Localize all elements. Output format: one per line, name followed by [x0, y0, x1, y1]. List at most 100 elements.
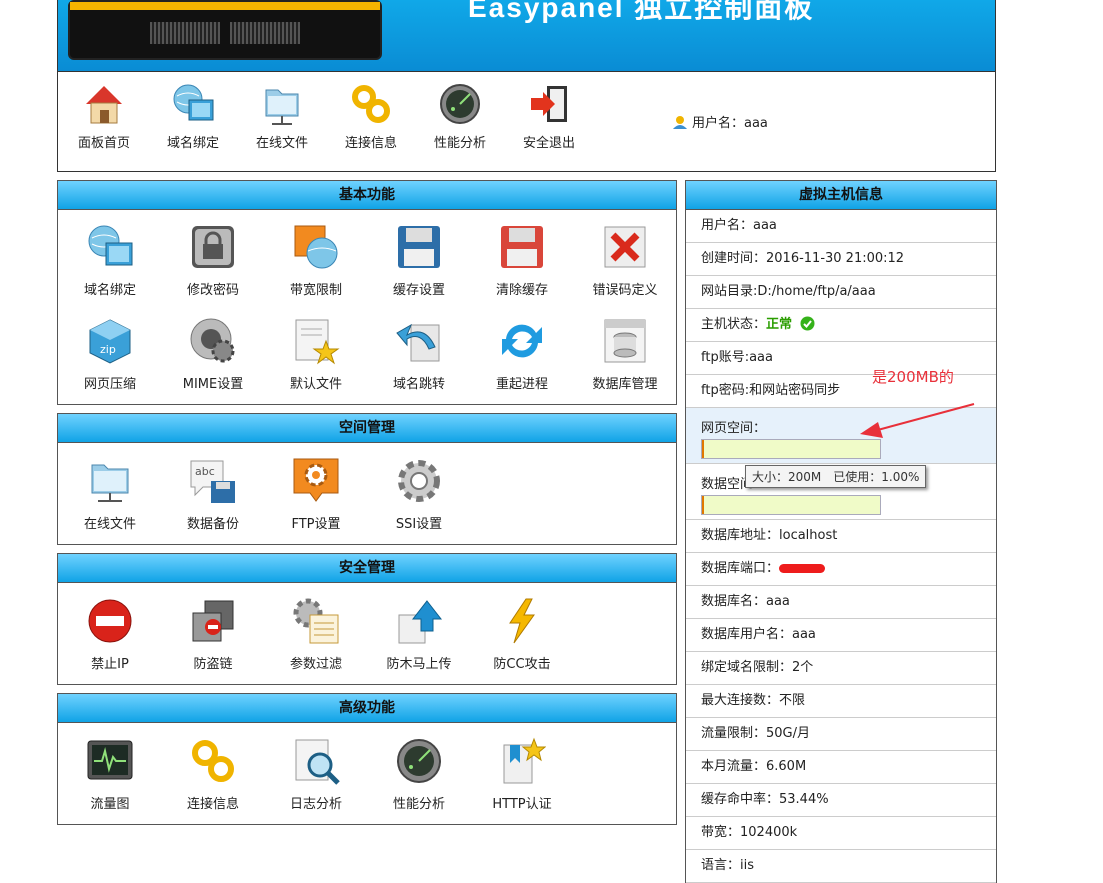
space-panel-title: 空间管理	[58, 414, 676, 443]
advanced-conn-label: 连接信息	[186, 797, 239, 812]
radar-icon	[395, 737, 443, 785]
lock-icon	[189, 223, 237, 271]
nav-logout[interactable]: 安全退出	[509, 82, 589, 151]
no-entry-icon	[86, 597, 134, 645]
vhost-domain-limit: 绑定域名限制：2个	[686, 652, 996, 685]
advanced-traffic-graph[interactable]: 流量图	[60, 737, 160, 812]
security-leech-label: 防盗链	[193, 657, 233, 672]
globe-monitor-icon	[171, 82, 215, 126]
web-space-bar[interactable]	[701, 439, 881, 459]
gear-icon	[395, 457, 443, 505]
db-space-fill	[702, 496, 704, 514]
check-circle-icon	[800, 312, 815, 344]
vhost-created: 创建时间：2016-11-30 21:00:12	[686, 243, 996, 276]
security-panel-title: 安全管理	[58, 554, 676, 583]
nav-logout-label: 安全退出	[522, 136, 575, 151]
security-anti-cc[interactable]: 防CC攻击	[472, 597, 572, 672]
top-nav: 面板首页 域名绑定 在线文件 连接信息 性能分析 安全退出 用户名：aaa	[57, 72, 996, 172]
space-online-files[interactable]: 在线文件	[60, 457, 160, 532]
redirect-arrow-icon	[395, 317, 443, 365]
vhost-cache-hit: 缓存命中率：53.44%	[686, 784, 996, 817]
advanced-connection-info[interactable]: 连接信息	[163, 737, 263, 812]
basic-domain-bind[interactable]: 域名绑定	[60, 223, 160, 298]
document-star-icon	[292, 317, 340, 365]
db-space-bar[interactable]	[701, 495, 881, 515]
basic-functions-panel: 基本功能 域名绑定 修改密码 带宽限制 缓存设置 清除缓存 错误码定义 zip …	[57, 180, 677, 405]
vhost-db-port: 数据库端口：	[686, 553, 996, 586]
chain-link-icon	[349, 82, 393, 126]
basic-clear-label: 清除缓存	[495, 283, 548, 298]
nav-conn-label: 连接信息	[344, 136, 397, 151]
vhost-db-host: 数据库地址：localhost	[686, 520, 996, 553]
security-block-ip[interactable]: 禁止IP	[60, 597, 160, 672]
vhost-language: 语言：iis	[686, 850, 996, 883]
nav-connection-info[interactable]: 连接信息	[331, 82, 411, 151]
globe-monitor-icon	[86, 223, 134, 271]
basic-database-manage[interactable]: 数据库管理	[575, 317, 675, 392]
vhost-info-panel: 虚拟主机信息 用户名：aaa 创建时间：2016-11-30 21:00:12 …	[685, 180, 997, 883]
security-anti-trojan-upload[interactable]: 防木马上传	[369, 597, 469, 672]
basic-cache-settings[interactable]: 缓存设置	[369, 223, 469, 298]
basic-domain-label: 域名绑定	[83, 283, 136, 298]
advanced-panel-title: 高级功能	[58, 694, 676, 723]
space-ftp-settings[interactable]: FTP设置	[266, 457, 366, 532]
basic-change-password[interactable]: 修改密码	[163, 223, 263, 298]
traffic-monitor-icon	[86, 737, 134, 785]
security-cc-label: 防CC攻击	[493, 657, 551, 672]
basic-mime-settings[interactable]: MIME设置	[163, 317, 263, 392]
vhost-status-label: 主机状态：	[701, 317, 767, 332]
basic-compress-label: 网页压缩	[83, 377, 136, 392]
space-backup-label: 数据备份	[186, 517, 239, 532]
user-icon	[672, 115, 688, 129]
nav-files-label: 在线文件	[255, 136, 308, 151]
zip-cube-icon: zip	[86, 317, 134, 365]
security-anti-leech[interactable]: 防盗链	[163, 597, 263, 672]
basic-clear-cache[interactable]: 清除缓存	[472, 223, 572, 298]
space-management-panel: 空间管理 在线文件 abc 数据备份 FTP设置 SSI设置	[57, 413, 677, 545]
space-tooltip: 大小：200M 已使用：1.00%	[745, 465, 927, 488]
basic-error-code[interactable]: 错误码定义	[575, 223, 675, 298]
folder-network-icon	[86, 457, 134, 505]
vhost-status: 主机状态：正常	[686, 309, 996, 342]
security-param-filter[interactable]: 参数过滤	[266, 597, 366, 672]
nav-domain-bind[interactable]: 域名绑定	[153, 82, 233, 151]
basic-web-compression[interactable]: zip 网页压缩	[60, 317, 160, 392]
vhost-traffic-limit: 流量限制：50G/月	[686, 718, 996, 751]
exit-door-icon	[527, 82, 571, 126]
security-management-panel: 安全管理 禁止IP 防盗链 参数过滤 防木马上传 防CC攻击	[57, 553, 677, 685]
security-filter-label: 参数过滤	[289, 657, 342, 672]
basic-cache-label: 缓存设置	[392, 283, 445, 298]
basic-password-label: 修改密码	[186, 283, 239, 298]
space-data-backup[interactable]: abc 数据备份	[163, 457, 263, 532]
basic-restart-label: 重起进程	[495, 377, 548, 392]
advanced-log-label: 日志分析	[289, 797, 342, 812]
space-ssi-label: SSI设置	[395, 517, 443, 532]
nav-online-files[interactable]: 在线文件	[242, 82, 322, 151]
svg-text:zip: zip	[100, 343, 116, 356]
vhost-max-conn: 最大连接数：不限	[686, 685, 996, 718]
basic-domain-redirect[interactable]: 域名跳转	[369, 317, 469, 392]
basic-restart-process[interactable]: 重起进程	[472, 317, 572, 392]
basic-default-label: 默认文件	[289, 377, 342, 392]
advanced-performance[interactable]: 性能分析	[369, 737, 469, 812]
basic-mime-label: MIME设置	[182, 377, 244, 392]
basic-bandwidth-limit[interactable]: 带宽限制	[266, 223, 366, 298]
bandwidth-globe-icon	[292, 223, 340, 271]
svg-text:abc: abc	[195, 465, 215, 478]
vhost-status-value: 正常	[766, 317, 793, 332]
basic-error-label: 错误码定义	[592, 283, 658, 298]
floppy-clear-icon	[498, 223, 546, 271]
advanced-http-auth[interactable]: HTTP认证	[472, 737, 572, 812]
filter-gear-icon	[292, 597, 340, 645]
backup-floppy-icon: abc	[189, 457, 237, 505]
vhost-username: 用户名：aaa	[686, 210, 996, 243]
basic-default-file[interactable]: 默认文件	[266, 317, 366, 392]
nav-home[interactable]: 面板首页	[64, 82, 144, 151]
basic-bandwidth-label: 带宽限制	[289, 283, 342, 298]
nav-performance[interactable]: 性能分析	[420, 82, 500, 151]
advanced-log-analysis[interactable]: 日志分析	[266, 737, 366, 812]
space-files-label: 在线文件	[83, 517, 136, 532]
space-ssi-settings[interactable]: SSI设置	[369, 457, 469, 532]
db-port-label: 数据库端口：	[701, 561, 780, 576]
advanced-http-label: HTTP认证	[492, 797, 552, 812]
